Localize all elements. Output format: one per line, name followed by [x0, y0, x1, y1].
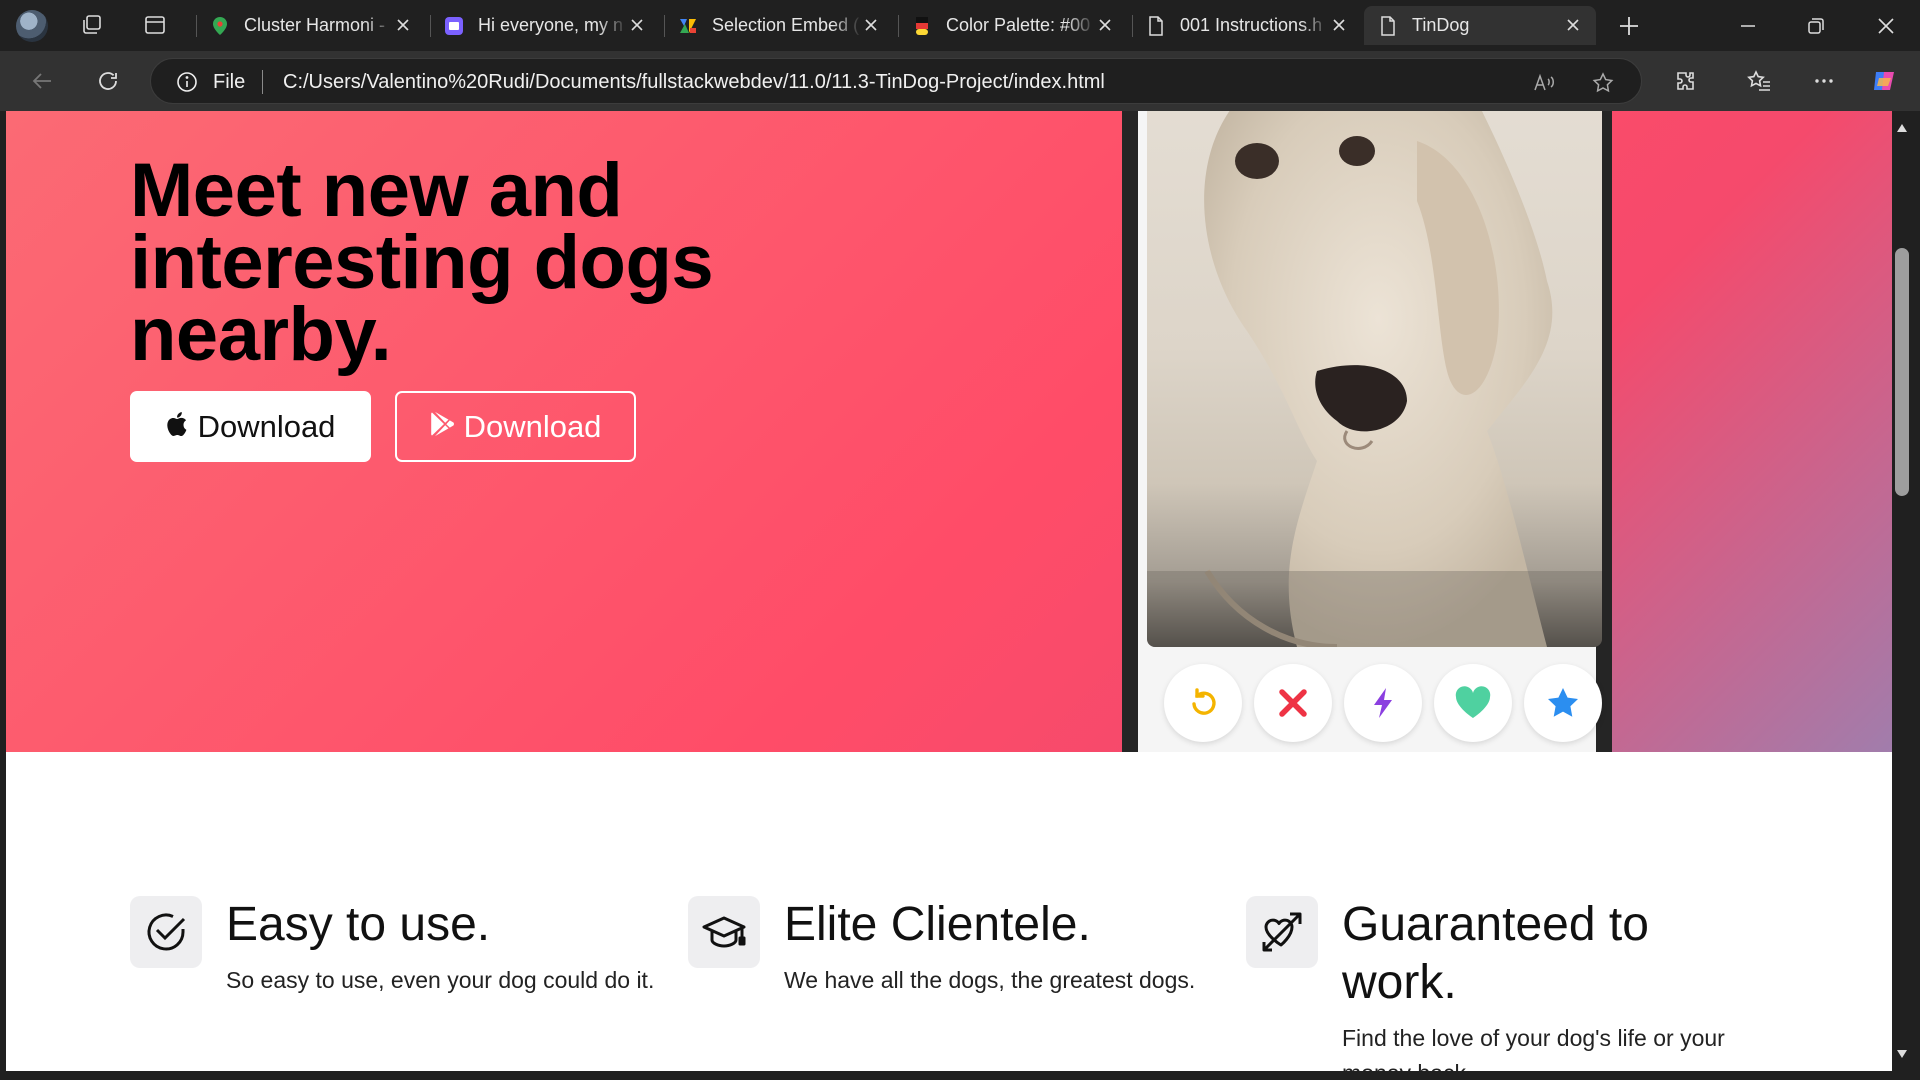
tab-separator [430, 15, 431, 37]
rewind-icon [1192, 688, 1216, 715]
scroll-down-arrow-icon[interactable] [1894, 1046, 1910, 1062]
favorite-star-icon[interactable] [1590, 70, 1616, 96]
google-play-download-button[interactable]: Download [395, 391, 636, 462]
star-icon [1548, 688, 1578, 717]
tab-separator [1132, 15, 1133, 37]
x-icon [1279, 689, 1307, 717]
close-icon[interactable] [626, 14, 648, 36]
tab-bar: Cluster Harmoni - Hi everyone, my n Sele… [0, 0, 1920, 51]
tab-title: Color Palette: #00 [946, 15, 1091, 35]
tab-instructions[interactable]: 001 Instructions.h [1132, 6, 1362, 45]
hero-headline: Meet new and interesting dogs nearby. [130, 148, 714, 377]
hero-section: Meet new and interesting dogs nearby. Do… [6, 111, 1892, 752]
heart-icon [1455, 686, 1491, 718]
close-icon[interactable] [860, 14, 882, 36]
apple-icon [166, 409, 188, 445]
more-menu-icon[interactable] [1808, 65, 1840, 97]
maps-pin-icon [210, 16, 230, 36]
close-icon[interactable] [1562, 14, 1584, 36]
favorites-icon[interactable] [1743, 65, 1775, 97]
refresh-icon[interactable] [92, 65, 124, 97]
feature-title: Elite Clientele. [784, 898, 1091, 951]
feature-title: Easy to use. [226, 898, 491, 951]
tab-hi-everyone[interactable]: Hi everyone, my n [430, 6, 660, 45]
dog-photo [1147, 111, 1602, 647]
graduation-cap-icon [688, 896, 760, 968]
tab-title: Cluster Harmoni - [244, 15, 386, 35]
lightning-icon [1374, 688, 1392, 718]
info-icon[interactable] [175, 70, 199, 94]
profile-avatar[interactable] [16, 10, 48, 42]
heart-arrow-icon [1246, 896, 1318, 968]
vertical-tabs-icon[interactable] [143, 13, 167, 37]
tab-title: 001 Instructions.h [1180, 15, 1323, 35]
tab-title: Selection Embed ( [712, 15, 860, 35]
scheme-label: File [213, 71, 246, 93]
button-label: Download [197, 408, 336, 444]
extensions-icon[interactable] [1670, 65, 1702, 97]
restore-icon[interactable] [1802, 12, 1830, 40]
new-tab-icon[interactable] [1615, 12, 1643, 40]
scrollbar-thumb[interactable] [1895, 248, 1909, 496]
tab-cluster-harmoni[interactable]: Cluster Harmoni - [196, 6, 426, 45]
minimize-icon[interactable] [1734, 12, 1762, 40]
tab-color-palette[interactable]: Color Palette: #00 [898, 6, 1128, 45]
button-label: Download [463, 408, 602, 444]
url-text[interactable]: C:/Users/Valentino%20Rudi/Documents/full… [283, 71, 1105, 94]
tab-separator [196, 15, 197, 37]
address-divider [262, 70, 263, 94]
close-icon[interactable] [392, 14, 414, 36]
apple-download-button[interactable]: Download [130, 391, 371, 462]
check-circle-icon [130, 896, 202, 968]
close-icon[interactable] [1328, 14, 1350, 36]
colorful-logo-icon [678, 16, 698, 36]
google-play-icon [430, 409, 454, 445]
calendar-app-icon [444, 16, 464, 36]
nope-button[interactable] [1254, 664, 1332, 742]
read-aloud-icon[interactable] [1531, 70, 1557, 96]
feature-text: Find the love of your dog's life or your… [1342, 1025, 1725, 1071]
boost-button[interactable] [1344, 664, 1422, 742]
copilot-icon[interactable] [1869, 65, 1901, 97]
feature-text: We have all the dogs, the greatest dogs. [784, 967, 1196, 993]
document-icon [1378, 15, 1398, 36]
tab-title: TinDog [1412, 15, 1470, 35]
tab-title: Hi everyone, my n [478, 15, 624, 35]
like-button[interactable] [1434, 664, 1512, 742]
feature-text: So easy to use, even your dog could do i… [226, 967, 655, 993]
tab-separator [898, 15, 899, 37]
browser-toolbar: File C:/Users/Valentino%20Rudi/Documents… [0, 51, 1920, 111]
palette-icon [912, 16, 932, 36]
workspaces-icon[interactable] [80, 13, 104, 37]
feature-title: Guaranteed to work. [1342, 898, 1649, 1009]
super-like-button[interactable] [1524, 664, 1602, 742]
tab-selection-embed[interactable]: Selection Embed ( [664, 6, 894, 45]
tab-separator [664, 15, 665, 37]
close-window-icon[interactable] [1872, 12, 1900, 40]
tab-tindog[interactable]: TinDog [1364, 6, 1596, 45]
rewind-button[interactable] [1164, 664, 1242, 742]
address-bar[interactable]: File C:/Users/Valentino%20Rudi/Documents… [150, 58, 1642, 104]
close-icon[interactable] [1094, 14, 1116, 36]
page-viewport: Meet new and interesting dogs nearby. Do… [6, 111, 1892, 1071]
scroll-up-arrow-icon[interactable] [1894, 120, 1910, 136]
document-icon [1146, 15, 1166, 36]
back-arrow-icon[interactable] [26, 65, 58, 97]
